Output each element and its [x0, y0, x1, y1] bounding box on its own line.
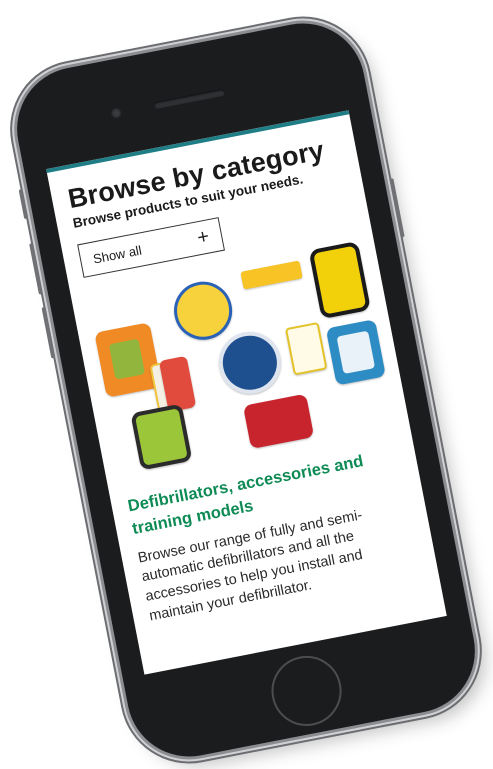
battery-pack-image: [240, 260, 303, 290]
green-aed-image: [130, 403, 193, 471]
blue-defibrillator-case-image: [325, 319, 386, 386]
front-camera: [109, 106, 123, 120]
red-carry-case-image: [243, 393, 315, 450]
yellow-black-defibrillator-image: [308, 241, 372, 320]
phone-device: Browse by category Browse products to su…: [6, 12, 486, 768]
home-button[interactable]: [265, 649, 348, 733]
show-all-button[interactable]: Show all +: [77, 217, 226, 279]
stage: Browse by category Browse products to su…: [0, 0, 493, 769]
page-content: Browse by category Browse products to su…: [47, 114, 438, 629]
volume-up-button: [29, 242, 43, 295]
power-button: [389, 178, 405, 238]
yellow-round-aed-image: [169, 277, 238, 346]
blue-round-aed-image: [213, 326, 287, 400]
electrode-pads-image: [285, 322, 328, 376]
category-image[interactable]: [87, 241, 394, 480]
show-all-label: Show all: [91, 242, 143, 267]
plus-icon: +: [195, 225, 212, 250]
mute-switch: [18, 188, 29, 220]
orange-aed-cabinet-image: [94, 322, 162, 399]
phone-screen: Browse by category Browse products to su…: [46, 110, 447, 675]
earpiece-speaker: [153, 88, 226, 110]
volume-down-button: [41, 306, 56, 359]
